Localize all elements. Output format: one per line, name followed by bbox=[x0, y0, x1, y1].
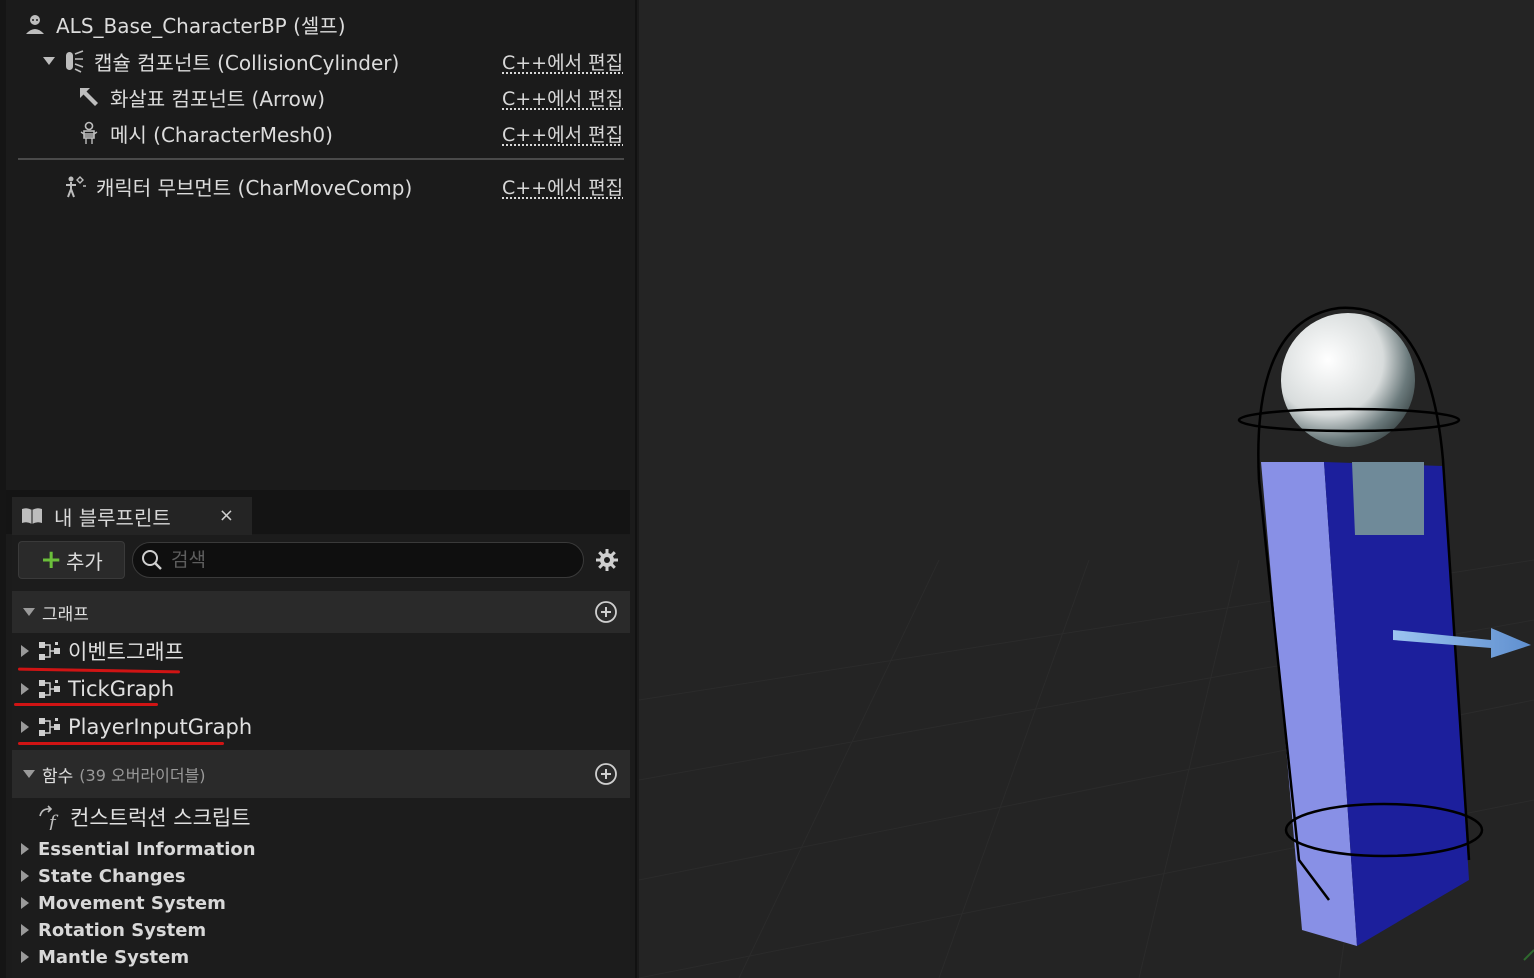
section-graphs[interactable]: 그래프 bbox=[12, 591, 630, 633]
arrow-edit-link[interactable]: C++에서 편집 bbox=[502, 80, 623, 114]
add-circle-icon[interactable] bbox=[594, 762, 618, 786]
red-annotation-underline bbox=[18, 742, 224, 745]
mesh-edit-link[interactable]: C++에서 편집 bbox=[502, 116, 623, 150]
graph-icon bbox=[38, 678, 62, 700]
chevron-right-icon[interactable] bbox=[20, 644, 30, 658]
chevron-right-icon[interactable] bbox=[20, 720, 30, 734]
graph-item-label: TickGraph bbox=[68, 677, 175, 701]
graph-item-player-input[interactable]: PlayerInputGraph bbox=[12, 708, 630, 746]
tab-my-blueprint-label: 내 블루프린트 bbox=[54, 505, 171, 530]
svg-text:f: f bbox=[47, 812, 59, 830]
capsule-edit-link[interactable]: C++에서 편집 bbox=[502, 44, 623, 78]
section-graphs-label: 그래프 bbox=[42, 604, 89, 625]
graph-icon bbox=[38, 716, 62, 738]
category-label: State Changes bbox=[38, 865, 186, 887]
search-input[interactable] bbox=[171, 549, 551, 571]
character-icon bbox=[22, 11, 48, 37]
chevron-down-icon[interactable] bbox=[42, 56, 56, 66]
component-capsule-label: 캡슐 컴포넌트 (CollisionCylinder) bbox=[94, 50, 400, 75]
graph-item-label: 이벤트그래프 bbox=[68, 640, 184, 664]
viewport-scene bbox=[639, 306, 1534, 978]
tab-my-blueprint[interactable]: 내 블루프린트 × bbox=[12, 497, 252, 535]
chevron-right-icon[interactable] bbox=[20, 950, 30, 964]
search-icon bbox=[141, 549, 163, 571]
graph-item-event[interactable]: 이벤트그래프 bbox=[12, 632, 630, 670]
panel-edge bbox=[0, 0, 6, 978]
graph-item-label: PlayerInputGraph bbox=[68, 715, 253, 739]
component-movement-label: 캐릭터 무브먼트 (CharMoveComp) bbox=[96, 175, 413, 200]
category-item[interactable]: Movement System bbox=[12, 890, 630, 916]
add-button-label: 추가 bbox=[65, 549, 103, 574]
component-root[interactable]: ALS_Base_CharacterBP (셀프) bbox=[22, 7, 346, 41]
search-box[interactable] bbox=[132, 542, 584, 578]
plus-icon: + bbox=[40, 545, 62, 575]
chevron-right-icon[interactable] bbox=[20, 682, 30, 696]
chevron-right-icon[interactable] bbox=[20, 869, 30, 883]
component-capsule[interactable]: 캡슐 컴포넌트 (CollisionCylinder) bbox=[42, 44, 399, 78]
function-icon: f bbox=[36, 804, 64, 830]
category-item[interactable]: Essential Information bbox=[12, 836, 630, 862]
construction-script-label: 컨스트럭션 스크립트 bbox=[70, 806, 251, 830]
construction-script-item[interactable]: f 컨스트럭션 스크립트 bbox=[36, 800, 251, 834]
category-item[interactable]: Mantle System bbox=[12, 944, 630, 970]
graph-icon bbox=[38, 640, 62, 662]
mesh-icon bbox=[76, 120, 102, 146]
section-functions-count: (39 오버라이더블) bbox=[79, 766, 206, 785]
chevron-down-icon bbox=[22, 769, 36, 779]
chevron-right-icon[interactable] bbox=[20, 896, 30, 910]
chevron-right-icon[interactable] bbox=[20, 842, 30, 856]
axis-indicator bbox=[1523, 949, 1534, 961]
component-root-label: ALS_Base_CharacterBP (셀프) bbox=[56, 13, 346, 38]
section-functions[interactable]: 함수 (39 오버라이더블) bbox=[12, 750, 630, 798]
left-panel: ALS_Base_CharacterBP (셀프) 캡슐 컴포넌트 (Colli… bbox=[0, 0, 637, 978]
component-arrow-label: 화살표 컴포넌트 (Arrow) bbox=[110, 86, 326, 111]
category-label: Essential Information bbox=[38, 838, 256, 860]
chevron-right-icon[interactable] bbox=[20, 923, 30, 937]
character-mesh[interactable] bbox=[1261, 462, 1469, 946]
category-item[interactable]: Rotation System bbox=[12, 917, 630, 943]
add-circle-icon[interactable] bbox=[594, 600, 618, 624]
component-arrow[interactable]: 화살표 컴포넌트 (Arrow) bbox=[76, 80, 325, 114]
add-button[interactable]: + 추가 bbox=[18, 541, 125, 579]
category-label: Movement System bbox=[38, 892, 226, 914]
category-label: Mantle System bbox=[38, 946, 190, 968]
component-movement[interactable]: 캐릭터 무브먼트 (CharMoveComp) bbox=[62, 169, 412, 203]
section-functions-label: 함수 bbox=[42, 766, 74, 787]
gear-icon[interactable] bbox=[594, 547, 620, 573]
blueprint-book-icon bbox=[20, 506, 44, 526]
close-icon[interactable]: × bbox=[219, 505, 234, 526]
chevron-down-icon bbox=[22, 607, 36, 617]
component-separator bbox=[18, 158, 624, 160]
arrow-icon bbox=[76, 84, 102, 110]
category-item[interactable]: State Changes bbox=[12, 863, 630, 889]
capsule-icon bbox=[60, 48, 86, 74]
red-annotation-underline bbox=[14, 703, 158, 706]
movement-edit-link[interactable]: C++에서 편집 bbox=[502, 169, 623, 203]
head-sphere bbox=[1281, 313, 1415, 447]
component-mesh-label: 메시 (CharacterMesh0) bbox=[110, 122, 333, 147]
viewport[interactable] bbox=[639, 0, 1534, 978]
category-label: Rotation System bbox=[38, 919, 207, 941]
movement-icon bbox=[62, 173, 88, 199]
component-mesh[interactable]: 메시 (CharacterMesh0) bbox=[76, 116, 333, 150]
